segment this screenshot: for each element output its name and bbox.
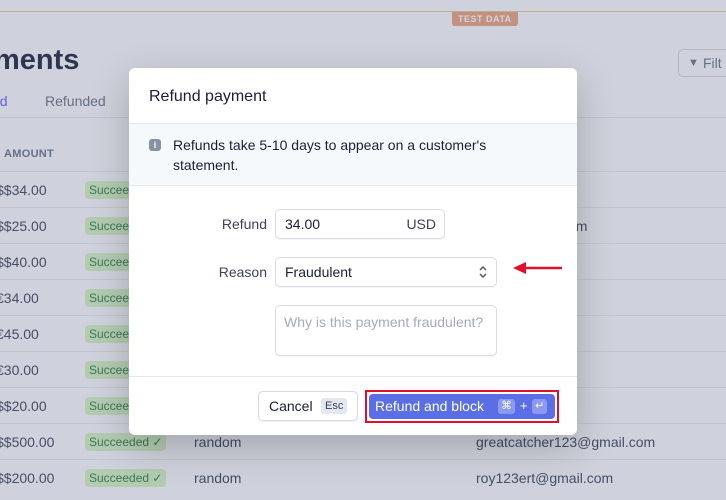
shortcut-plus: +: [520, 398, 528, 413]
refund-amount-value: 34.00: [285, 216, 321, 232]
refund-amount-input[interactable]: 34.00 USD: [275, 209, 445, 239]
chevron-up-down-icon: [479, 265, 487, 279]
highlight-box: Refund and block ⌘ + ↵: [365, 390, 559, 423]
notice-text: Refunds take 5-10 days to appear on a cu…: [173, 137, 487, 173]
command-key-icon: ⌘: [498, 399, 515, 414]
currency-label: USD: [406, 216, 436, 232]
refund-label: Refund: [221, 216, 267, 232]
refund-payment-modal: Refund payment i Refunds take 5-10 days …: [129, 68, 577, 435]
divider: [129, 376, 577, 377]
reason-select[interactable]: Fraudulent: [275, 257, 497, 287]
cancel-button[interactable]: Cancel Esc: [258, 391, 358, 421]
modal-title: Refund payment: [149, 88, 267, 105]
enter-key-icon: ↵: [532, 399, 548, 414]
refund-and-block-button[interactable]: Refund and block ⌘ + ↵: [369, 394, 555, 419]
explanation-textarea[interactable]: Why is this payment fraudulent?: [275, 305, 497, 356]
refund-and-block-label: Refund and block: [375, 398, 484, 414]
refund-notice: i Refunds take 5-10 days to appear on a …: [129, 124, 577, 186]
reason-label: Reason: [218, 264, 267, 280]
cancel-label: Cancel: [269, 398, 313, 414]
info-icon: i: [149, 139, 161, 151]
explanation-placeholder: Why is this payment fraudulent?: [284, 314, 484, 330]
esc-shortcut-badge: Esc: [321, 398, 348, 414]
reason-selected-value: Fraudulent: [285, 264, 352, 280]
red-arrow-annotation: [513, 262, 562, 274]
